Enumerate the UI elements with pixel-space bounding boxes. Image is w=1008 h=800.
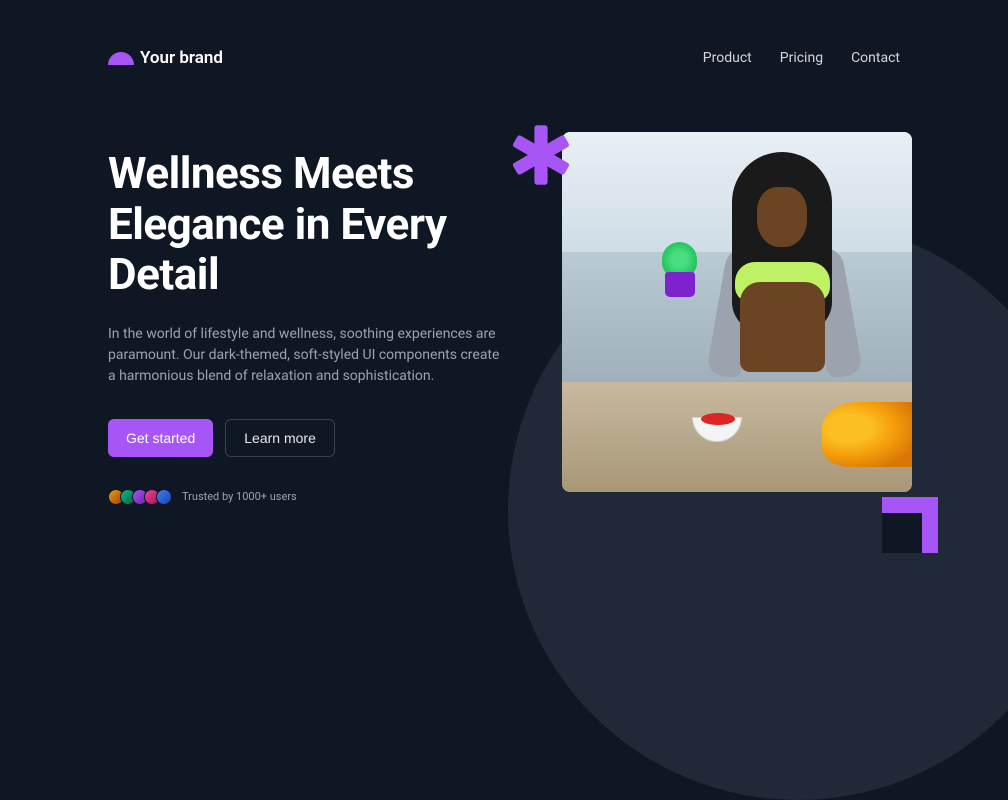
trusted-section: Trusted by 1000+ users	[108, 489, 518, 505]
hero-image	[562, 132, 912, 492]
learn-more-button[interactable]: Learn more	[225, 419, 335, 457]
cta-buttons: Get started Learn more	[108, 419, 518, 457]
get-started-button[interactable]: Get started	[108, 419, 213, 457]
avatar	[156, 489, 172, 505]
brand-name: Your brand	[140, 48, 223, 68]
header: Your brand Product Pricing Contact	[108, 48, 900, 68]
hero-image-wrapper	[558, 148, 900, 505]
avatar-group	[108, 489, 172, 505]
logo-icon	[108, 52, 134, 65]
nav-link-pricing[interactable]: Pricing	[780, 50, 823, 66]
asterisk-icon	[508, 122, 574, 188]
hero-content: Wellness Meets Elegance in Every Detail …	[108, 148, 518, 505]
nav-link-product[interactable]: Product	[703, 50, 752, 66]
logo[interactable]: Your brand	[108, 48, 223, 68]
trusted-text: Trusted by 1000+ users	[182, 490, 297, 503]
hero-heading: Wellness Meets Elegance in Every Detail	[108, 148, 518, 300]
nav-link-contact[interactable]: Contact	[851, 50, 900, 66]
hero-subtext: In the world of lifestyle and wellness, …	[108, 324, 508, 387]
corner-decoration	[882, 497, 938, 553]
main-nav: Product Pricing Contact	[703, 50, 900, 66]
